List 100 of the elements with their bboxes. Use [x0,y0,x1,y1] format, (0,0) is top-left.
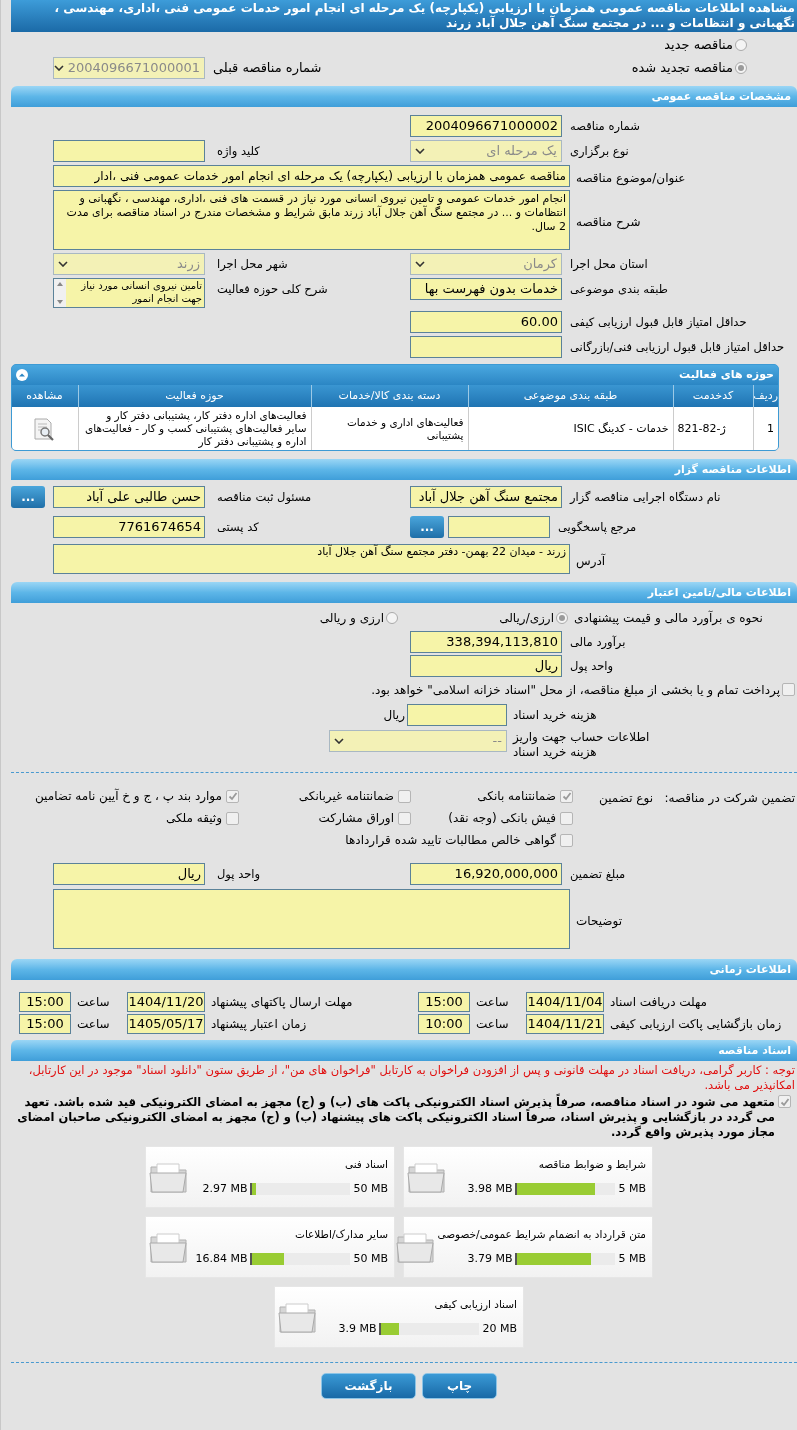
radio-label: ارزی و ریالی [319,610,384,627]
more-button[interactable]: ... [410,516,444,538]
checkbox[interactable] [560,833,573,847]
field-label: مرجع پاسخگویی [557,519,638,536]
notice-text: توجه : کاربر گرامی، دریافت اسناد در مهلت قانونی و پس از افزودن فراخوان به کارتابل "فراخوان های من"، از طریق ستون "دانلود اسناد" موجود در این کارتابل، امکانپذیر می باشد. [27,1063,796,1093]
radio-button[interactable] [735,39,747,51]
field-label: مهلت دریافت اسناد [609,994,708,1011]
file-name: شرایط و ضوابط مناقصه [537,1156,646,1173]
input-field[interactable] [448,516,550,538]
checkbox[interactable] [398,789,411,803]
table-cell: فعالیت‌های اداره دفتر کار، پشتیبانی دفتر کار و سایر فعالیت‌های پشتیبانی کسب و کار - فعالیت‌های اداره و پشتیبانی دفتر کار [78,407,311,450]
input-field[interactable]: 16,920,000,000 [410,863,562,885]
collapse-icon[interactable] [16,369,28,381]
time-field[interactable]: 15:00 [19,992,71,1012]
checkbox[interactable] [778,1095,791,1108]
date-field[interactable]: 1404/11/04 [526,992,604,1012]
field-label: نوع تضمین [598,790,653,807]
field-label: شرح مناقصه [575,213,642,231]
section-header: اطلاعات مناقصه گزار [11,459,797,480]
checkbox[interactable] [226,811,239,825]
radio-label: مناقصه جدید [664,36,733,55]
size-limit: 20 MB [482,1320,517,1337]
checkbox[interactable] [226,789,239,803]
size-limit: 50 MB [353,1250,388,1267]
field-label: اطلاعات حساب جهت واریز هزینه خرید اسناد [511,730,651,760]
checkbox[interactable] [398,811,411,825]
field-label: ساعت [475,1016,510,1033]
time-field[interactable]: 15:00 [19,1014,71,1034]
column-header: ردیف [753,385,778,407]
column-header: حوزه فعالیت [78,385,311,407]
radio-button[interactable] [386,612,398,624]
section-header: اسناد مناقصه [11,1040,797,1061]
field-label: حداقل امتیاز قابل قبول ارزیابی فنی/بازرگانی [569,339,786,356]
checkbox-label: ضمانتنامه بانکی [477,788,556,805]
input-field[interactable]: ریال [410,655,562,677]
input-field[interactable]: خدمات بدون فهرست بها [410,278,562,300]
input-field[interactable]: ریال [53,863,205,885]
chevron-down-icon [334,738,344,744]
field-label: عنوان/موضوع مناقصه [575,169,687,187]
field-label: نوع برگزاری [569,143,630,160]
time-field[interactable]: 10:00 [418,1014,470,1034]
field-label: برآورد مالی [569,634,627,651]
text-area[interactable] [53,889,570,949]
time-field[interactable]: 15:00 [418,992,470,1012]
file-size: 3.9 MB [338,1320,377,1337]
file-name: سایر مدارک/اطلاعات [294,1226,388,1243]
field-label: نام دستگاه اجرایی مناقصه گزار [568,489,722,506]
field-label: شهر محل اجرا [216,256,289,273]
field-label: نحوه ی برآورد مالی و قیمت پیشنهادی [573,609,764,627]
commitment-text: متعهد می شود در اسناد مناقصه، صرفاً پذیرش اسناد الکترونیکی پاکت های (ب) و (ج) مجهز به امضای الکترونیکی قید شده باشد. تعهد می گردد در بازگشایی و پذیرش اسناد، صرفاً اسناد الکترونیکی پاکت های پیشنهاد (ب) و (ج) مجهز به امضای الکترونیکی صاحبان امضای مجاز مورد پذیرش واقع گردد. [16,1095,775,1140]
date-field[interactable]: 1405/05/17 [127,1014,205,1034]
field-label: کد پستی [216,519,260,536]
print-button[interactable]: چاپ [422,1373,497,1399]
text-area[interactable]: انجام امور خدمات عمومی و تامین نیروی انسانی مورد نیاز در قسمت های فنی ،اداری، مهندسی ، نگهبانی و انتظامات و ... در مجتمع سنگ آهن جلال آباد زرند مابق شرایط و مشخصات مندرج در اسناد مناقصه برای مدت 2 سال. [53,190,570,250]
date-field[interactable]: 1404/11/20 [127,992,205,1012]
input-field[interactable] [407,704,507,726]
field-label: تضمین شرکت در مناقصه: [663,790,795,807]
text-area[interactable]: تامین نیروی انسانی مورد نیاز جهت انجام انمور [53,278,205,308]
file-name: اسناد ارزیابی کیفی [433,1296,517,1313]
section-header: اطلاعات زمانی [11,959,797,980]
more-button[interactable]: ... [11,486,45,508]
chevron-down-icon [415,261,425,267]
back-button[interactable]: بازگشت [321,1373,416,1399]
checkbox-label: فیش بانکی (وجه نقد) [448,810,556,827]
field-label: شماره مناقصه قبلی [212,59,323,78]
table-cell: 1 [753,407,778,450]
field-label: آدرس [575,552,607,570]
input-field[interactable]: 60.00 [410,311,562,333]
section-header: اطلاعات مالی/تامین اعتبار [11,582,797,603]
input-field[interactable]: حسن طالبی علی آباد [53,486,205,508]
field-label: مبلغ تضمین [569,866,627,883]
checkbox-label: پرداخت تمام و یا بخشی از مبلغ مناقصه، از محل "اسناد خزانه اسلامی" خواهد بود. [370,683,780,698]
field-label: زمان بازگشایی پاکت ارزیابی کیفی [609,1016,783,1033]
column-header: کدخدمت [673,385,753,407]
text-area[interactable]: زرند - میدان 22 بهمن- دفتر مجتمع سنگ آهن جلال آباد [53,544,570,574]
field-label: ساعت [76,1016,111,1033]
radio-label: مناقصه تجدید شده [631,59,733,78]
input-field[interactable]: مجتمع سنگ آهن جلال آباد [410,486,562,508]
date-field[interactable]: 1404/11/21 [526,1014,604,1034]
checkbox-label: موارد بند پ ، ج و خ آیین نامه تضامین [34,787,222,805]
field-label: ساعت [475,994,510,1011]
field-label: زمان اعتبار پیشنهاد [210,1016,308,1033]
radio-button[interactable] [556,612,568,624]
input-field[interactable] [410,336,562,358]
page-title: مشاهده اطلاعات مناقصه عمومی همزمان با ارزیابی (یکپارچه) یک مرحله ای انجام امور خدمات عمومی فنی ،اداری، مهندسی ، نگهبانی و انتظامات و ... در مجتمع سنگ آهن جلال آباد زرند [11,0,797,32]
column-header: دسته بندی کالا/خدمات [311,385,468,407]
checkbox-label: اوراق مشارکت [318,810,394,827]
chevron-down-icon [58,261,68,267]
file-name: اسناد فنی [343,1156,388,1172]
input-field[interactable]: 2004096671000002 [410,115,562,137]
checkbox[interactable] [560,811,573,825]
checkbox[interactable] [782,683,795,696]
input-field[interactable]: مناقصه عمومی همزمان با ارزیابی (یکپارچه) یک مرحله ای انجام امور خدمات عمومی فنی ،ادار [53,165,570,187]
input-field[interactable]: 7761674654 [53,516,205,538]
input-field[interactable] [53,140,205,162]
checkbox[interactable] [560,789,573,803]
radio-button[interactable] [735,62,747,74]
field-label: هزینه خرید اسناد [512,707,598,724]
input-field[interactable]: 338,394,113,810 [410,631,562,653]
section-header: مشخصات مناقصه عمومی [11,86,797,107]
